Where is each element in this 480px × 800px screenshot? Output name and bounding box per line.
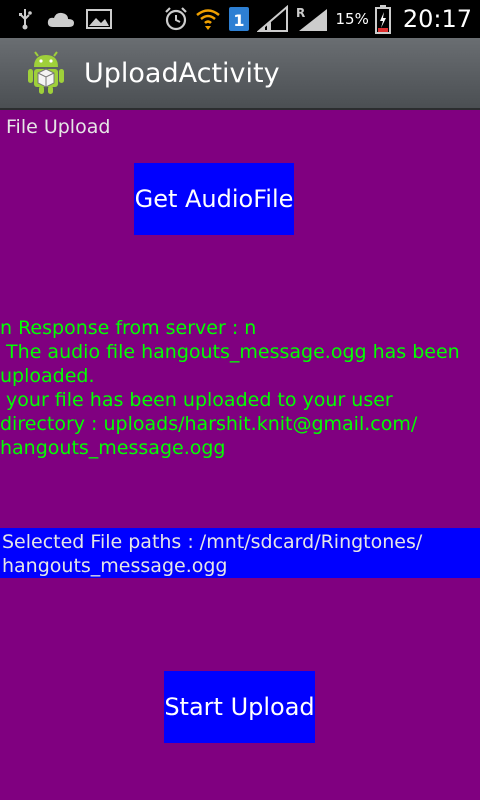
roaming-signal-icon: R — [295, 5, 329, 33]
image-icon — [86, 8, 112, 30]
get-audio-file-button[interactable]: Get AudioFile — [134, 163, 294, 235]
sim-icon: 1 — [227, 5, 251, 33]
alarm-icon — [163, 6, 189, 32]
start-upload-button[interactable]: Start Upload — [164, 671, 315, 743]
action-bar: UploadActivity — [0, 38, 480, 110]
file-upload-label: File Upload — [6, 116, 111, 138]
roaming-badge: R — [296, 6, 305, 20]
wifi-icon — [195, 6, 221, 32]
battery-charging-icon — [374, 4, 391, 34]
battery-percent: 15% — [335, 10, 369, 28]
sim-badge: 1 — [234, 11, 245, 30]
cloud-icon — [46, 9, 76, 29]
status-bar: 1 R 15% 20:17 — [0, 0, 480, 38]
selected-file-paths-text: Selected File paths : /mnt/sdcard/Ringto… — [2, 531, 423, 577]
usb-icon — [14, 7, 36, 31]
status-clock: 20:17 — [402, 5, 472, 33]
android-app-icon — [22, 49, 70, 97]
selected-file-paths: Selected File paths : /mnt/sdcard/Ringto… — [0, 528, 480, 578]
signal-icon — [257, 5, 289, 33]
server-response-text: n Response from server : n The audio fil… — [0, 317, 460, 459]
app-title: UploadActivity — [84, 57, 280, 89]
